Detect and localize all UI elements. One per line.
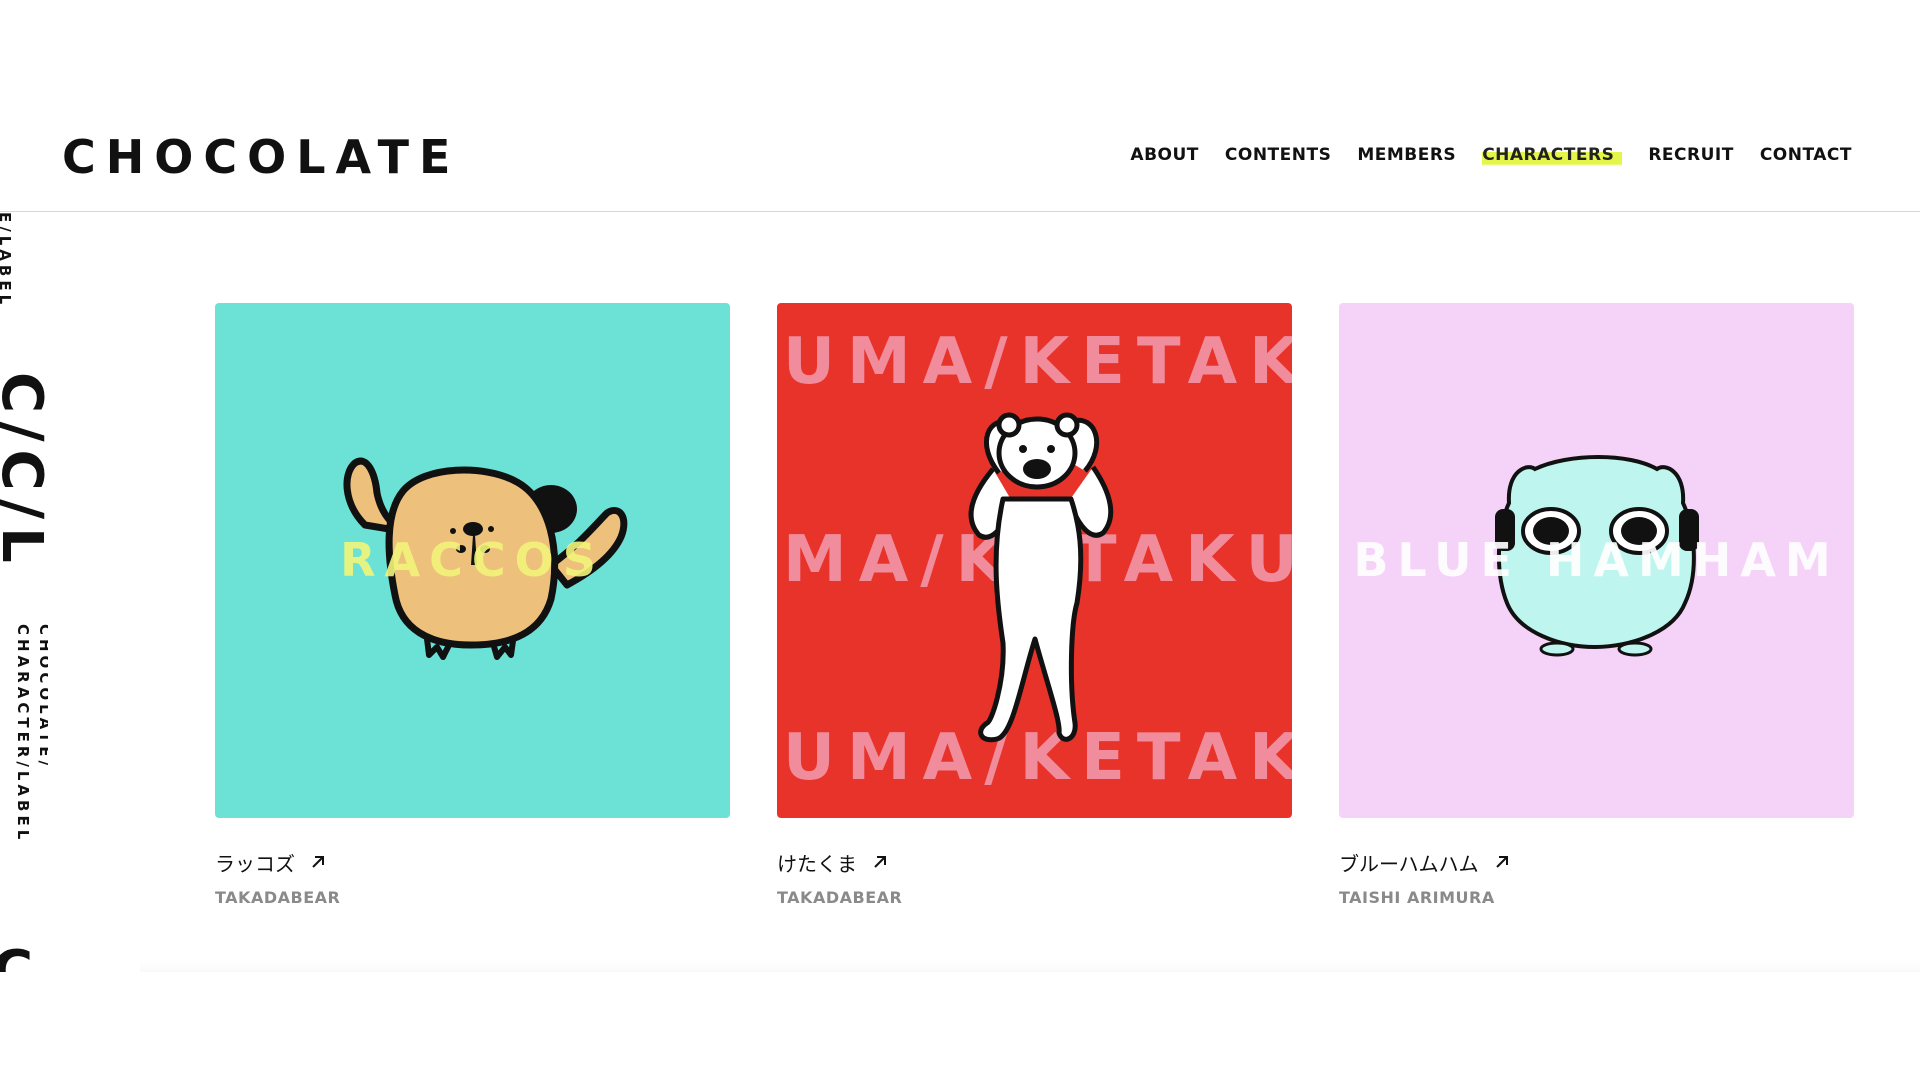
arrow-up-right-icon (312, 856, 324, 868)
character-image-bluehamham[interactable]: BLUE HAMHAM (1339, 303, 1854, 818)
character-title[interactable]: ラッコズ (215, 848, 730, 876)
character-card-raccos[interactable]: RACCOS ラッコズ TAKADABEAR (215, 303, 730, 907)
character-title-text: けたくま (777, 851, 857, 876)
character-author: TAISHI ARIMURA (1339, 888, 1495, 907)
side-big-mark-repeat: C (0, 939, 34, 973)
main-nav: ABOUT CONTENTS MEMBERS CHARACTERS RECRUI… (1130, 144, 1852, 166)
character-card-bluehamham[interactable]: BLUE HAMHAM ブルーハムハム TAISHI ARIMURA (1339, 303, 1854, 907)
character-author: TAKADABEAR (777, 888, 903, 907)
character-title-text: ラッコズ (215, 851, 295, 876)
site-header: CHOCOLATE ABOUT CONTENTS MEMBERS CHARACT… (0, 0, 1920, 212)
ketakuma-illustration (968, 412, 1114, 743)
section-divider-shadow (140, 960, 1920, 972)
site-logo[interactable]: CHOCOLATE (62, 132, 460, 182)
card-overlay-word: RACCOS (340, 533, 605, 587)
character-author: TAKADABEAR (215, 888, 341, 907)
arrow-up-right-icon (1495, 856, 1508, 868)
nav-item-members[interactable]: MEMBERS (1357, 144, 1456, 166)
nav-item-contact[interactable]: CONTACT (1760, 144, 1852, 166)
side-vertical-band: E/LABEL C/C/L CHOCOLATE/ CHARACTER/LABEL… (0, 212, 48, 972)
side-label-mid: CHOCOLATE/ CHARACTER/LABEL (14, 624, 48, 844)
nav-item-about[interactable]: ABOUT (1130, 144, 1198, 166)
card-overlay-word: BLUE HAMHAM (1353, 533, 1840, 587)
character-title[interactable]: けたくま (777, 848, 1292, 876)
nav-item-characters[interactable]: CHARACTERS (1482, 144, 1623, 166)
page: CHOCOLATE ABOUT CONTENTS MEMBERS CHARACT… (0, 0, 1920, 1081)
character-image-ketakuma[interactable]: UMA/KETAK MA/KETAKU UMA/KETAK (777, 303, 1292, 818)
side-label-top: E/LABEL (0, 212, 14, 309)
character-image-raccos[interactable]: RACCOS (215, 303, 730, 818)
character-grid: RACCOS ラッコズ TAKADABEAR UMA/KETAK MA/KETA… (215, 303, 1855, 907)
character-card-ketakuma[interactable]: UMA/KETAK MA/KETAKU UMA/KETAK (777, 303, 1292, 907)
character-title[interactable]: ブルーハムハム (1339, 848, 1854, 876)
side-big-mark: C/C/L (0, 372, 48, 571)
nav-item-contents[interactable]: CONTENTS (1225, 144, 1331, 166)
arrow-up-right-icon (874, 856, 886, 868)
character-title-text: ブルーハムハム (1339, 851, 1479, 876)
nav-item-recruit[interactable]: RECRUIT (1648, 144, 1734, 166)
